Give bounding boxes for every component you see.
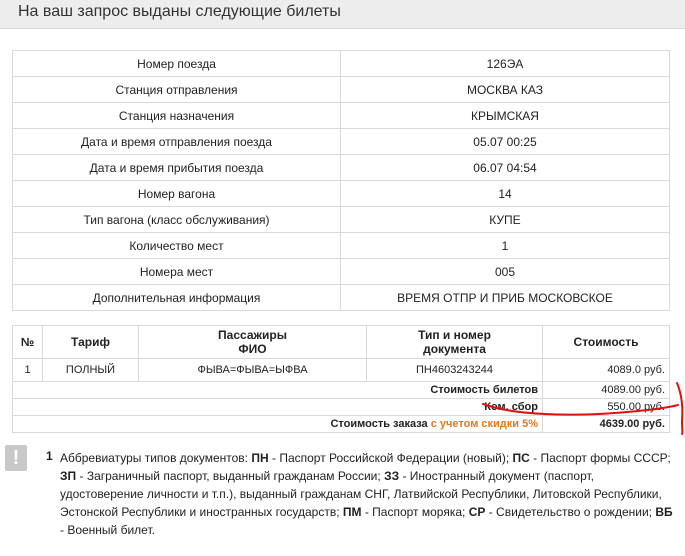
column-header-passengers-line1: Пассажиры — [218, 328, 287, 342]
info-label: Номер поезда — [12, 50, 341, 77]
column-header-tariff: Тариф — [42, 325, 139, 359]
table-row: Номер вагона 14 — [12, 180, 670, 207]
ticket-tariff: ПОЛНЫЙ — [42, 358, 139, 382]
note-number: 1 — [46, 449, 53, 463]
ticket-document: ПН4603243244 — [366, 358, 543, 382]
discount-label: с учетом скидки 5% — [430, 418, 538, 430]
abbr-zp: ЗП — [60, 469, 77, 483]
info-label: Номера мест — [12, 258, 341, 285]
info-value: ВРЕМЯ ОТПР И ПРИБ МОСКОВСКОЕ — [340, 284, 670, 311]
column-header-document-line2: документа — [423, 342, 486, 356]
column-header-num: № — [12, 325, 43, 359]
note-text: - Паспорт Российской Федерации (новый); — [268, 451, 513, 465]
table-row: Тип вагона (класс обслуживания) КУПЕ — [12, 206, 670, 233]
tickets-cost-label: Стоимость билетов — [12, 381, 543, 399]
table-row: Дата и время отправления поезда 05.07 00:… — [12, 128, 670, 155]
info-label: Номер вагона — [12, 180, 341, 207]
info-value: КУПЕ — [340, 206, 670, 233]
tickets-cost-value: 4089.00 руб. — [542, 381, 670, 399]
exclamation-icon: ! — [5, 445, 27, 471]
abbr-sr: СР — [468, 505, 486, 519]
table-row: Дата и время прибытия поезда 06.07 04:54 — [12, 154, 670, 181]
table-row: Дополнительная информация ВРЕМЯ ОТПР И ПР… — [12, 284, 670, 311]
summary-row-fee: Ком. сбор 550.00 руб. — [12, 398, 670, 416]
ticket-cost: 4089.0 руб. — [542, 358, 670, 382]
info-label: Дата и время отправления поезда — [12, 128, 341, 155]
abbr-zz: ЗЗ — [384, 469, 400, 483]
abbr-vb: ВБ — [655, 505, 673, 519]
column-header-document-line1: Тип и номер — [418, 328, 491, 342]
info-label: Станция назначения — [12, 102, 341, 129]
info-value: 005 — [340, 258, 670, 285]
info-label: Дата и время прибытия поезда — [12, 154, 341, 181]
table-row: Количество мест 1 — [12, 232, 670, 259]
table-row: Станция отправления МОСКВА КАЗ — [12, 76, 670, 103]
info-value: КРЫМСКАЯ — [340, 102, 670, 129]
table-row: Станция назначения КРЫМСКАЯ — [12, 102, 670, 129]
page-title: На ваш запрос выданы следующие билеты — [18, 3, 341, 20]
info-label: Станция отправления — [12, 76, 341, 103]
info-value: МОСКВА КАЗ — [340, 76, 670, 103]
document-abbreviations-note: Аббревиатуры типов документов: ПН - Пасп… — [60, 449, 675, 539]
table-row: Номер поезда 126ЭА — [12, 50, 670, 77]
note-text: - Паспорт формы СССР; — [529, 451, 671, 465]
tickets-table: № Тариф Пассажиры ФИО Тип и номер документ… — [12, 325, 670, 433]
fee-label: Ком. сбор — [12, 398, 543, 416]
note-text: - Паспорт моряка; — [361, 505, 469, 519]
column-header-document: Тип и номер документа — [366, 325, 543, 359]
order-cost-value: 4639.00 руб. — [542, 415, 670, 433]
table-row: Номера мест 005 — [12, 258, 670, 285]
ticket-num: 1 — [12, 358, 43, 382]
order-cost-label: Стоимость заказа — [330, 418, 428, 430]
summary-row-tickets-cost: Стоимость билетов 4089.00 руб. — [12, 381, 670, 399]
column-header-cost: Стоимость — [542, 325, 670, 359]
info-label: Тип вагона (класс обслуживания) — [12, 206, 341, 233]
info-value: 06.07 04:54 — [340, 154, 670, 181]
ticket-passenger: ФЫВА=ФЫВА=ЫФВА — [138, 358, 367, 382]
info-value: 126ЭА — [340, 50, 670, 77]
abbr-pm: ПМ — [342, 505, 362, 519]
info-label: Количество мест — [12, 232, 341, 259]
fee-value: 550.00 руб. — [542, 398, 670, 416]
info-label: Дополнительная информация — [12, 284, 341, 311]
column-header-passengers-line2: ФИО — [238, 342, 267, 356]
info-value: 05.07 00:25 — [340, 128, 670, 155]
ticket-row: 1 ПОЛНЫЙ ФЫВА=ФЫВА=ЫФВА ПН4603243244 408… — [12, 358, 670, 382]
order-cost-label-cell: Стоимость заказа с учетом скидки 5% — [12, 415, 543, 433]
page-header: На ваш запрос выданы следующие билеты — [0, 0, 685, 29]
info-value: 14 — [340, 180, 670, 207]
note-text: - Заграничный паспорт, выданный граждана… — [76, 469, 385, 483]
train-info-table: Номер поезда 126ЭА Станция отправления МОС… — [12, 50, 670, 311]
note-text: Аббревиатуры типов документов: — [60, 451, 252, 465]
column-header-passengers: Пассажиры ФИО — [138, 325, 367, 359]
note-text: - Военный билет. — [60, 523, 155, 537]
summary-row-order-cost: Стоимость заказа с учетом скидки 5% 4639… — [12, 415, 670, 433]
note-text: - Свидетельство о рождении; — [485, 505, 656, 519]
info-value: 1 — [340, 232, 670, 259]
abbr-pn: ПН — [251, 451, 269, 465]
table-header-row: № Тариф Пассажиры ФИО Тип и номер документ… — [12, 325, 670, 359]
abbr-ps: ПС — [512, 451, 530, 465]
